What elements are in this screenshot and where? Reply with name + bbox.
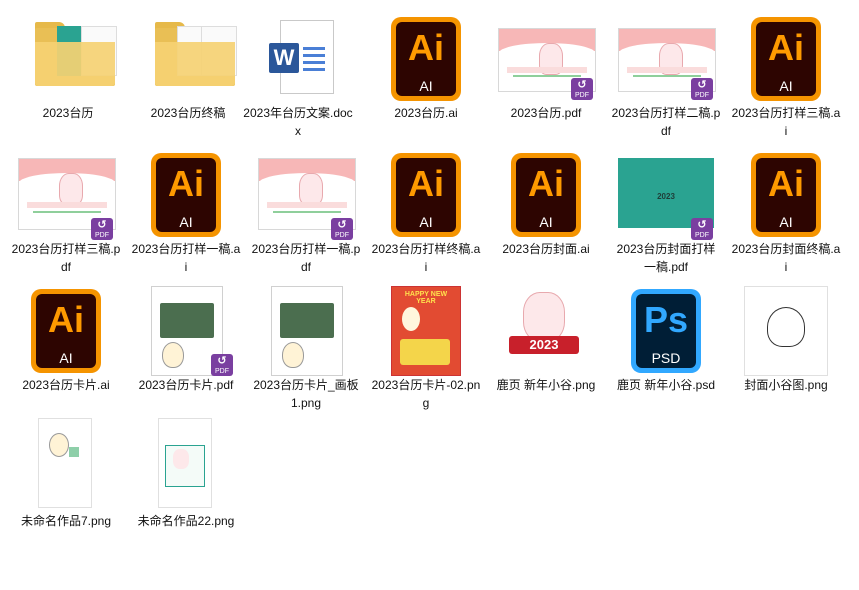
file-item[interactable]: W 2023年台历文案.docx — [243, 8, 353, 138]
file-name: 2023台历封面打样一稿.pdf — [616, 242, 716, 274]
file-name: 鹿页 新年小谷.png — [496, 378, 596, 392]
folder-icon — [133, 16, 243, 108]
file-name: 未命名作品22.png — [137, 514, 235, 528]
file-name: 2023台历打样三稿.ai — [731, 106, 841, 138]
file-item[interactable]: Ai AI 2023台历打样终稿.ai — [371, 144, 481, 274]
file-item[interactable]: 2023 ↺ PDF 2023台历封面打样一稿.pdf — [611, 144, 721, 274]
file-item[interactable]: ↺ PDF 2023台历打样二稿.pdf — [611, 8, 721, 138]
file-item[interactable]: 2023台历卡片_画板 1.png — [251, 280, 361, 410]
illustrator-icon: Ai AI — [371, 152, 481, 244]
pdf-thumbnail-icon: ↺ PDF — [131, 286, 241, 380]
file-name: 2023台历打样一稿.pdf — [251, 242, 361, 274]
file-item[interactable]: Ps PSD 鹿页 新年小谷.psd — [611, 280, 721, 408]
illustrator-icon: Ai AI — [131, 152, 241, 244]
file-name: 2023台历打样终稿.ai — [371, 242, 481, 274]
illustrator-icon: Ai AI — [731, 152, 841, 244]
file-item[interactable]: 2023 鹿页 新年小谷.png — [491, 280, 601, 408]
file-item[interactable]: Ai AI 2023台历打样三稿.ai — [731, 8, 841, 138]
word-doc-icon: W — [243, 16, 353, 108]
folder-icon — [13, 16, 123, 108]
file-item[interactable]: HAPPY NEW YEAR 2023台历卡片-02.png — [371, 280, 481, 410]
file-name: 2023台历打样二稿.pdf — [611, 106, 721, 138]
file-name: 2023台历打样一稿.ai — [131, 242, 241, 274]
file-item[interactable]: ↺ PDF 2023台历打样三稿.pdf — [11, 144, 121, 274]
image-thumbnail-icon — [131, 418, 241, 516]
file-item[interactable]: Ai AI 2023台历打样一稿.ai — [131, 144, 241, 274]
illustrator-icon: Ai AI — [371, 16, 481, 108]
image-thumbnail-icon — [251, 286, 361, 380]
illustrator-icon: Ai AI — [11, 288, 121, 380]
pdf-thumbnail-icon: 2023 ↺ PDF — [611, 152, 721, 244]
pdf-thumbnail-icon: ↺ PDF — [611, 16, 721, 108]
image-thumbnail-icon: HAPPY NEW YEAR — [371, 286, 481, 380]
file-name: 未命名作品7.png — [20, 514, 112, 528]
file-item[interactable]: 未命名作品7.png — [11, 416, 121, 544]
file-name: 鹿页 新年小谷.psd — [616, 378, 716, 392]
file-item[interactable]: ↺ PDF 2023台历卡片.pdf — [131, 280, 241, 408]
file-item[interactable]: 封面小谷图.png — [731, 280, 841, 408]
image-thumbnail-icon — [11, 418, 121, 516]
file-item[interactable]: Ai AI 2023台历封面.ai — [491, 144, 601, 272]
file-name: 2023台历.pdf — [510, 106, 582, 120]
illustrator-icon: Ai AI — [731, 16, 841, 108]
file-item[interactable]: 2023台历 — [13, 8, 123, 136]
file-item[interactable]: ↺ PDF 2023台历打样一稿.pdf — [251, 144, 361, 274]
file-name: 2023台历.ai — [394, 106, 458, 120]
pdf-thumbnail-icon: ↺ PDF — [491, 16, 601, 108]
file-name: 2023台历封面.ai — [502, 242, 590, 256]
file-name: 2023台历卡片-02.png — [371, 378, 481, 410]
image-thumbnail-icon: 2023 — [491, 286, 601, 380]
file-item[interactable]: Ai AI 2023台历卡片.ai — [11, 280, 121, 408]
file-name: 2023台历封面终稿.ai — [731, 242, 841, 274]
file-name: 2023台历卡片.ai — [22, 378, 110, 392]
file-item[interactable]: Ai AI 2023台历.ai — [371, 8, 481, 136]
file-name: 封面小谷图.png — [744, 378, 828, 392]
file-item[interactable]: 未命名作品22.png — [131, 416, 241, 544]
file-name: 2023台历卡片.pdf — [138, 378, 234, 392]
pdf-thumbnail-icon: ↺ PDF — [11, 152, 121, 244]
image-thumbnail-icon — [731, 286, 841, 380]
file-name: 2023台历打样三稿.pdf — [11, 242, 121, 274]
file-name: 2023台历终稿 — [150, 106, 226, 120]
file-item[interactable]: 2023台历终稿 — [133, 8, 243, 136]
illustrator-icon: Ai AI — [491, 152, 601, 244]
file-item[interactable]: ↺ PDF 2023台历.pdf — [491, 8, 601, 136]
photoshop-icon: Ps PSD — [611, 288, 721, 380]
file-name: 2023台历 — [42, 106, 94, 120]
file-grid: 2023台历 2023台历终稿 W 2023年台历文案.docx Ai AI 2… — [0, 0, 859, 590]
file-name: 2023年台历文案.docx — [243, 106, 353, 138]
pdf-thumbnail-icon: ↺ PDF — [251, 152, 361, 244]
file-item[interactable]: Ai AI 2023台历封面终稿.ai — [731, 144, 841, 274]
file-name: 2023台历卡片_画板 1.png — [253, 378, 359, 410]
